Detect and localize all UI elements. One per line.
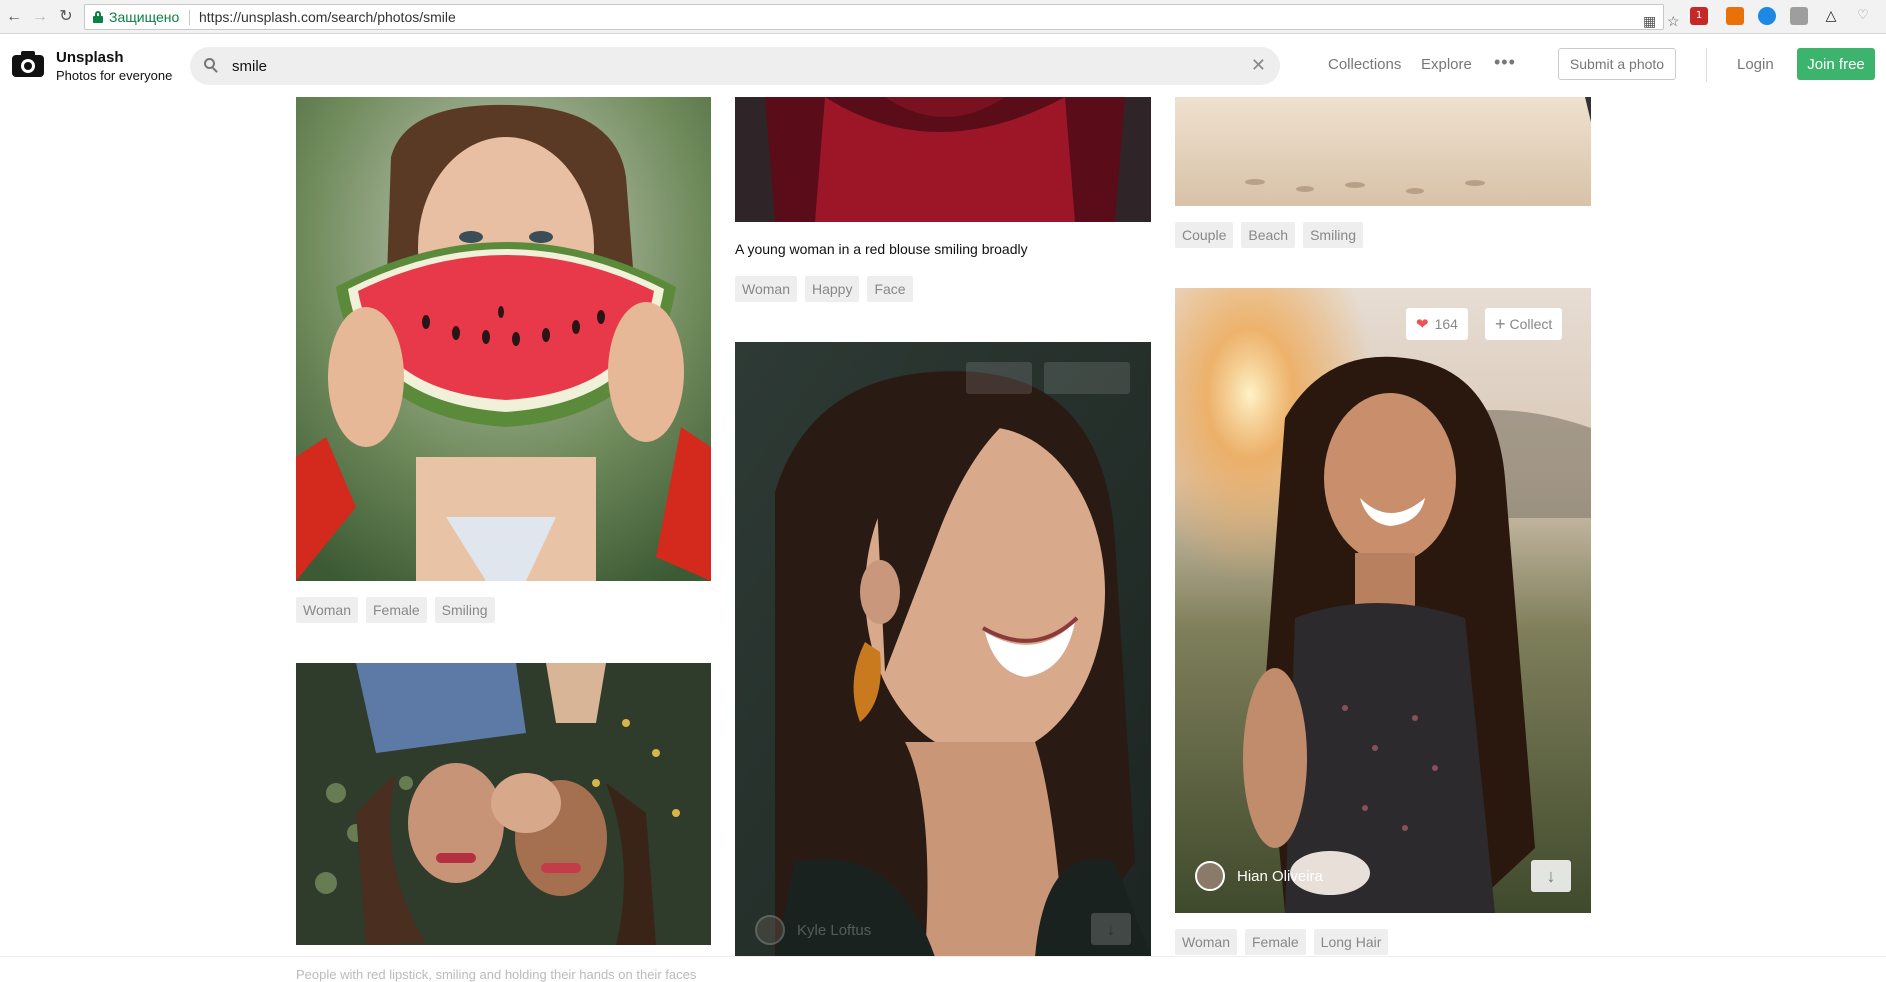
submit-photo-button[interactable]: Submit a photo — [1558, 48, 1676, 80]
brand-name[interactable]: Unsplash — [56, 49, 124, 66]
tag-face[interactable]: Face — [867, 276, 913, 302]
collect-button-faded[interactable] — [1044, 362, 1130, 394]
photo-author[interactable]: Hian Oliveira — [1195, 861, 1323, 891]
tag-smiling[interactable]: Smiling — [434, 597, 495, 623]
nav-collections[interactable]: Collections — [1328, 56, 1401, 73]
join-free-button[interactable]: Join free — [1797, 48, 1875, 80]
cloud-extension-icon[interactable] — [1758, 7, 1776, 25]
photo-tags: Woman Female Smiling — [296, 597, 495, 623]
reload-icon[interactable]: ↻ — [56, 7, 76, 27]
forward-icon[interactable]: → — [30, 7, 50, 27]
photo-girls-covering-eyes[interactable] — [296, 663, 711, 945]
nav-explore[interactable]: Explore — [1421, 56, 1472, 73]
tag-smiling[interactable]: Smiling — [1303, 222, 1363, 248]
download-icon[interactable]: ↓ — [1531, 860, 1571, 892]
page-bottom-edge: People with red lipstick, smiling and ho… — [0, 956, 1886, 982]
search-input[interactable] — [232, 56, 1212, 76]
site-header: Unsplash Photos for everyone ✕ Collectio… — [0, 35, 1886, 97]
back-icon[interactable]: ← — [4, 7, 24, 27]
address-bar[interactable]: Защищено https://unsplash.com/search/pho… — [84, 4, 1680, 33]
login-link[interactable]: Login — [1737, 56, 1774, 73]
photo-tags: Couple Beach Smiling — [1175, 222, 1363, 248]
photo-tags: Woman Happy Face — [735, 276, 913, 302]
url-text[interactable]: https://unsplash.com/search/photos/smile — [199, 5, 456, 29]
adblock-extension-icon[interactable]: 1 — [1690, 7, 1708, 25]
tag-female[interactable]: Female — [365, 597, 427, 623]
photo-sunset-smile[interactable] — [1175, 288, 1591, 913]
browser-toolbar: ← → ↻ Защищено https://unsplash.com/sear… — [0, 0, 1886, 34]
lock-icon — [93, 11, 103, 23]
tag-woman[interactable]: Woman — [1175, 929, 1237, 955]
translate-icon[interactable]: ▦ — [1643, 9, 1656, 33]
author-name: Kyle Loftus — [797, 921, 872, 939]
shield-extension-icon[interactable]: ♡ — [1854, 7, 1872, 25]
collect-button[interactable]: + Collect — [1485, 308, 1563, 340]
photo-beach[interactable] — [1175, 97, 1591, 206]
tag-happy[interactable]: Happy — [804, 276, 860, 302]
brand-tagline: Photos for everyone — [56, 68, 173, 83]
search-icon — [204, 58, 218, 73]
download-icon[interactable]: ↓ — [1091, 913, 1131, 945]
heart-icon: ❤ — [1416, 316, 1429, 333]
bookmark-star-icon[interactable]: ☆ — [1667, 9, 1680, 33]
tag-woman[interactable]: Woman — [296, 597, 358, 623]
collect-label: Collect — [1509, 316, 1553, 332]
like-count: 164 — [1434, 316, 1458, 332]
secure-label: Защищено — [109, 9, 180, 25]
office-extension-icon[interactable] — [1726, 7, 1744, 25]
search-bar: ✕ — [190, 47, 1280, 85]
more-menu-icon[interactable]: ••• — [1494, 52, 1516, 73]
photo-author[interactable]: Kyle Loftus — [755, 915, 871, 945]
avatar — [1195, 861, 1225, 891]
photo-laughing-woman-earring[interactable] — [735, 342, 1151, 957]
photo-caption-cut: People with red lipstick, smiling and ho… — [296, 967, 697, 982]
like-button-faded[interactable] — [966, 362, 1032, 394]
tag-beach[interactable]: Beach — [1241, 222, 1296, 248]
photo-tags: Woman Female Long Hair — [1175, 929, 1389, 955]
camera-logo-icon[interactable] — [12, 51, 44, 77]
tag-long-hair[interactable]: Long Hair — [1313, 929, 1389, 955]
clear-search-icon[interactable]: ✕ — [1251, 55, 1266, 75]
author-name: Hian Oliveira — [1237, 867, 1323, 885]
tag-couple[interactable]: Couple — [1175, 222, 1234, 248]
tag-woman[interactable]: Woman — [735, 276, 797, 302]
avatar — [755, 915, 785, 945]
photo-watermelon-smile[interactable] — [296, 97, 711, 581]
tag-female[interactable]: Female — [1244, 929, 1306, 955]
photo-red-blouse[interactable] — [735, 97, 1151, 222]
photo-caption: A young woman in a red blouse smiling br… — [735, 241, 1028, 257]
like-button[interactable]: ❤ 164 — [1406, 308, 1468, 340]
plus-icon: + — [1495, 314, 1506, 334]
drive-extension-icon[interactable]: △ — [1822, 7, 1840, 25]
s-extension-icon[interactable] — [1790, 7, 1808, 25]
